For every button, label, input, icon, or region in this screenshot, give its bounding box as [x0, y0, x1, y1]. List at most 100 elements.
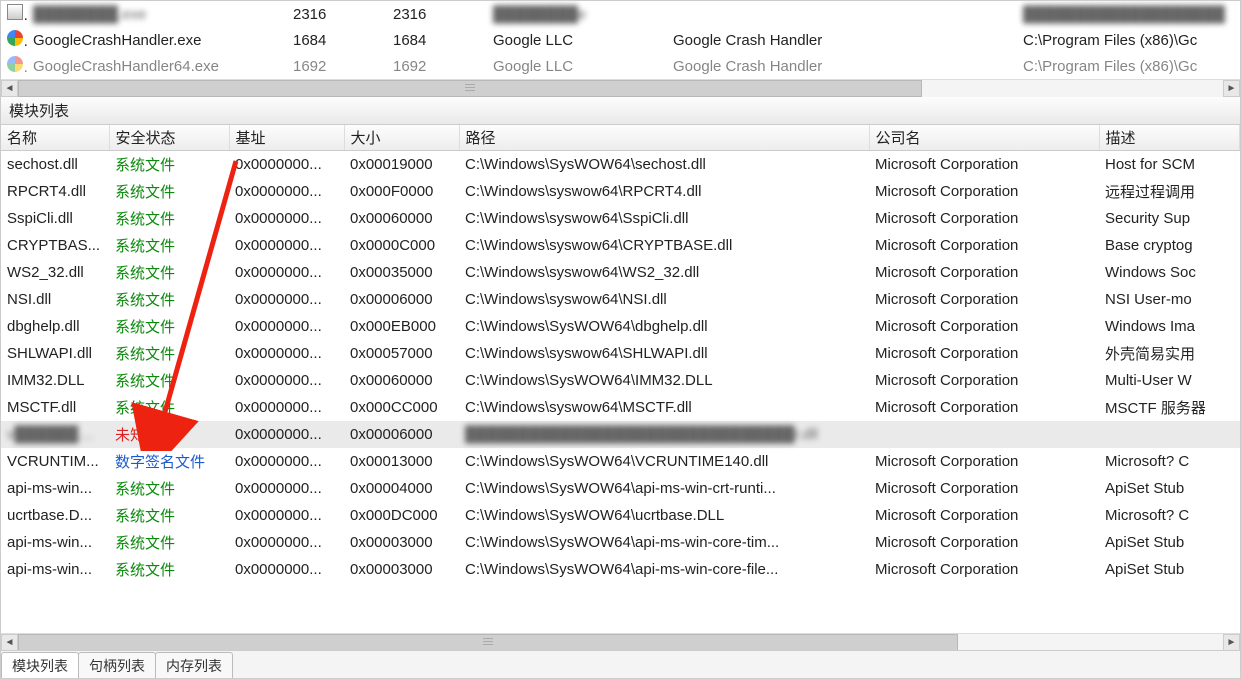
scroll-left-icon[interactable]: ◄	[1, 80, 18, 97]
module-name: api-ms-win...	[1, 475, 109, 502]
module-base: 0x0000000...	[229, 556, 344, 583]
module-row[interactable]: sechost.dll系统文件0x0000000...0x00019000C:\…	[1, 151, 1240, 178]
tab-modules[interactable]: 模块列表	[1, 652, 79, 678]
module-size: 0x00003000	[344, 556, 459, 583]
module-status: 未知文件	[109, 421, 229, 448]
module-status: 系统文件	[109, 340, 229, 367]
module-path: C:\Windows\syswow64\SHLWAPI.dll	[459, 340, 869, 367]
module-desc: ApiSet Stub	[1099, 529, 1240, 556]
process-pid: 1684	[287, 27, 387, 53]
module-row[interactable]: NSI.dll系统文件0x0000000...0x00006000C:\Wind…	[1, 286, 1240, 313]
module-base: 0x0000000...	[229, 421, 344, 448]
col-header-company[interactable]: 公司名	[869, 125, 1099, 151]
module-size: 0x00003000	[344, 529, 459, 556]
process-table[interactable]: ████████.exe23162316████████e███████████…	[1, 1, 1240, 79]
module-row[interactable]: MSCTF.dll系统文件0x0000000...0x000CC000C:\Wi…	[1, 394, 1240, 421]
col-header-name[interactable]: 名称	[1, 125, 109, 151]
tab-memory[interactable]: 内存列表	[155, 652, 233, 678]
scroll-right-icon[interactable]: ►	[1223, 80, 1240, 97]
module-row[interactable]: CRYPTBAS...系统文件0x0000000...0x0000C000C:\…	[1, 232, 1240, 259]
module-path: C:\Windows\SysWOW64\IMM32.DLL	[459, 367, 869, 394]
module-status: 系统文件	[109, 286, 229, 313]
module-size: 0x000EB000	[344, 313, 459, 340]
module-row[interactable]: RPCRT4.dll系统文件0x0000000...0x000F0000C:\W…	[1, 178, 1240, 205]
module-base: 0x0000000...	[229, 502, 344, 529]
module-size: 0x000CC000	[344, 394, 459, 421]
module-name: SspiCli.dll	[1, 205, 109, 232]
col-header-desc[interactable]: 描述	[1099, 125, 1240, 151]
scroll-right-icon[interactable]: ►	[1223, 634, 1240, 651]
module-row[interactable]: api-ms-win...系统文件0x0000000...0x00004000C…	[1, 475, 1240, 502]
module-row[interactable]: ucrtbase.D...系统文件0x0000000...0x000DC000C…	[1, 502, 1240, 529]
module-name: VCRUNTIM...	[1, 448, 109, 475]
module-company: Microsoft Corporation	[869, 448, 1099, 475]
module-row[interactable]: IMM32.DLL系统文件0x0000000...0x00060000C:\Wi…	[1, 367, 1240, 394]
module-company: Microsoft Corporation	[869, 151, 1099, 178]
module-status: 系统文件	[109, 205, 229, 232]
tab-handles[interactable]: 句柄列表	[78, 652, 156, 678]
module-base: 0x0000000...	[229, 475, 344, 502]
module-size: 0x00060000	[344, 367, 459, 394]
col-header-base[interactable]: 基址	[229, 125, 344, 151]
process-row[interactable]: ████████.exe23162316████████e███████████…	[1, 1, 1240, 27]
module-status: 系统文件	[109, 556, 229, 583]
module-row[interactable]: SspiCli.dll系统文件0x0000000...0x00060000C:\…	[1, 205, 1240, 232]
module-hscrollbar[interactable]: ◄ ►	[1, 633, 1240, 650]
col-header-status[interactable]: 安全状态	[109, 125, 229, 151]
module-path: C:\Windows\syswow64\RPCRT4.dll	[459, 178, 869, 205]
module-size: 0x00057000	[344, 340, 459, 367]
module-desc: Base cryptog	[1099, 232, 1240, 259]
col-header-size[interactable]: 大小	[344, 125, 459, 151]
process-icon	[1, 53, 27, 79]
process-row[interactable]: GoogleCrashHandler64.exe16921692Google L…	[1, 53, 1240, 79]
module-size: 0x00019000	[344, 151, 459, 178]
process-company: Google LLC	[487, 27, 667, 53]
module-table[interactable]: sechost.dll系统文件0x0000000...0x00019000C:\…	[1, 151, 1240, 583]
module-path: C:\Windows\syswow64\CRYPTBASE.dll	[459, 232, 869, 259]
process-path: ███████████████████	[1017, 1, 1240, 27]
module-status: 系统文件	[109, 367, 229, 394]
module-path: C:\Windows\SysWOW64\ucrtbase.DLL	[459, 502, 869, 529]
module-row[interactable]: api-ms-win...系统文件0x0000000...0x00003000C…	[1, 556, 1240, 583]
module-company: Microsoft Corporation	[869, 232, 1099, 259]
module-name: WS2_32.dll	[1, 259, 109, 286]
process-name: GoogleCrashHandler64.exe	[27, 53, 287, 79]
module-row[interactable]: v███████....未知文件0x0000000...0x00006000██…	[1, 421, 1240, 448]
module-pane-title: 模块列表	[1, 96, 1240, 125]
module-desc: Multi-User W	[1099, 367, 1240, 394]
process-hscrollbar[interactable]: ◄ ►	[1, 79, 1240, 96]
scroll-left-icon[interactable]: ◄	[1, 634, 18, 651]
process-name: ████████.exe	[27, 1, 287, 27]
module-base: 0x0000000...	[229, 448, 344, 475]
process-ppid: 1692	[387, 53, 487, 79]
module-status: 系统文件	[109, 232, 229, 259]
col-header-path[interactable]: 路径	[459, 125, 869, 151]
module-name: v███████....	[1, 421, 109, 448]
module-name: sechost.dll	[1, 151, 109, 178]
module-name: api-ms-win...	[1, 529, 109, 556]
module-row[interactable]: dbghelp.dll系统文件0x0000000...0x000EB000C:\…	[1, 313, 1240, 340]
module-company: Microsoft Corporation	[869, 502, 1099, 529]
module-row[interactable]: SHLWAPI.dll系统文件0x0000000...0x00057000C:\…	[1, 340, 1240, 367]
module-base: 0x0000000...	[229, 313, 344, 340]
module-path: C:\Windows\SysWOW64\api-ms-win-core-file…	[459, 556, 869, 583]
module-column-headers[interactable]: 名称 安全状态 基址 大小 路径 公司名 描述	[1, 125, 1240, 151]
module-desc: Security Sup	[1099, 205, 1240, 232]
process-row[interactable]: GoogleCrashHandler.exe16841684Google LLC…	[1, 27, 1240, 53]
module-company: Microsoft Corporation	[869, 556, 1099, 583]
module-base: 0x0000000...	[229, 367, 344, 394]
module-status: 数字签名文件	[109, 448, 229, 475]
module-path: C:\Windows\SysWOW64\VCRUNTIME140.dll	[459, 448, 869, 475]
process-icon	[1, 27, 27, 53]
module-base: 0x0000000...	[229, 232, 344, 259]
module-base: 0x0000000...	[229, 178, 344, 205]
module-row[interactable]: WS2_32.dll系统文件0x0000000...0x00035000C:\W…	[1, 259, 1240, 286]
module-row[interactable]: api-ms-win...系统文件0x0000000...0x00003000C…	[1, 529, 1240, 556]
module-row[interactable]: VCRUNTIM...数字签名文件0x0000000...0x00013000C…	[1, 448, 1240, 475]
module-status: 系统文件	[109, 502, 229, 529]
module-size: 0x00006000	[344, 286, 459, 313]
module-base: 0x0000000...	[229, 151, 344, 178]
module-company: Microsoft Corporation	[869, 178, 1099, 205]
module-name: SHLWAPI.dll	[1, 340, 109, 367]
module-status: 系统文件	[109, 151, 229, 178]
